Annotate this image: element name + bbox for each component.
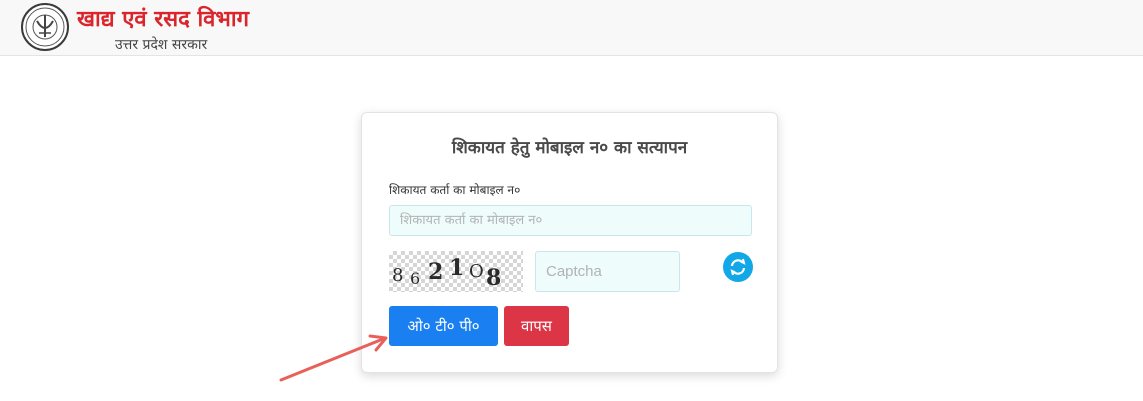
government-subtitle: उत्तर प्रदेश सरकार (115, 37, 208, 53)
back-button[interactable]: वापस (504, 306, 569, 346)
red-pointer-arrow-icon (279, 334, 388, 382)
captcha-char: 1 (449, 255, 465, 281)
captcha-char: 2 (428, 259, 444, 285)
refresh-icon (730, 258, 746, 276)
department-title: खाद्य एवं रसद विभाग (77, 7, 249, 32)
captcha-char: 8 (486, 265, 502, 291)
captcha-char: 8 (392, 265, 404, 286)
captcha-char: O (469, 261, 484, 282)
mobile-number-label: शिकायत कर्ता का मोबाइल न० (389, 183, 521, 197)
refresh-captcha-button[interactable] (723, 252, 753, 282)
captcha-input[interactable] (535, 251, 680, 292)
up-government-emblem-icon (21, 3, 69, 51)
mobile-number-input[interactable] (389, 205, 752, 236)
card-title: शिकायत हेतु मोबाइल न० का सत्यापन (451, 138, 688, 158)
otp-button[interactable]: ओ० टी० पी० (389, 306, 498, 346)
captcha-char: 6 (410, 269, 421, 288)
mobile-verification-card: शिकायत हेतु मोबाइल न० का सत्यापन शिकायत … (361, 112, 778, 373)
captcha-image: 8 6 2 1 O 8 (389, 251, 523, 292)
site-header: खाद्य एवं रसद विभाग उत्तर प्रदेश सरकार (0, 0, 1143, 56)
